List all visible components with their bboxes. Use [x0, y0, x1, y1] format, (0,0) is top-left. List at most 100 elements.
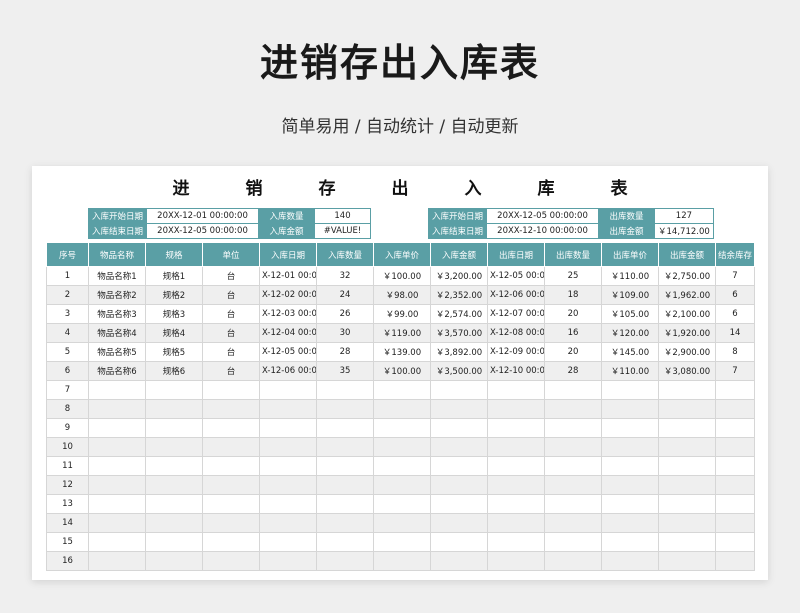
- table-cell[interactable]: [487, 399, 545, 419]
- table-cell[interactable]: [373, 532, 431, 552]
- table-cell[interactable]: [259, 399, 317, 419]
- table-cell[interactable]: [259, 437, 317, 457]
- column-header[interactable]: 出库金额: [658, 242, 716, 267]
- table-cell[interactable]: ￥2,574.00: [430, 304, 488, 324]
- table-cell[interactable]: [88, 399, 146, 419]
- table-cell[interactable]: [145, 513, 203, 533]
- table-cell[interactable]: [487, 456, 545, 476]
- table-cell[interactable]: 规格1: [145, 266, 203, 286]
- table-cell[interactable]: 18: [544, 285, 602, 305]
- table-cell[interactable]: 物品名称6: [88, 361, 146, 381]
- table-cell[interactable]: 物品名称1: [88, 266, 146, 286]
- table-cell[interactable]: [88, 418, 146, 438]
- table-cell[interactable]: [88, 437, 146, 457]
- table-cell[interactable]: [259, 513, 317, 533]
- table-cell[interactable]: 规格3: [145, 304, 203, 324]
- table-cell[interactable]: [544, 494, 602, 514]
- table-cell[interactable]: ￥3,080.00: [658, 361, 716, 381]
- table-cell[interactable]: 28: [544, 361, 602, 381]
- table-cell[interactable]: 32: [316, 266, 374, 286]
- table-cell[interactable]: ￥98.00: [373, 285, 431, 305]
- table-cell[interactable]: [715, 380, 755, 400]
- table-cell[interactable]: [202, 437, 260, 457]
- table-cell[interactable]: [145, 551, 203, 571]
- table-cell[interactable]: [88, 513, 146, 533]
- table-cell[interactable]: [202, 494, 260, 514]
- table-cell[interactable]: [601, 532, 659, 552]
- table-cell[interactable]: [145, 418, 203, 438]
- table-cell[interactable]: [658, 418, 716, 438]
- table-cell[interactable]: 1: [46, 266, 89, 286]
- table-cell[interactable]: [316, 437, 374, 457]
- table-cell[interactable]: 13: [46, 494, 89, 514]
- table-cell[interactable]: 台: [202, 304, 260, 324]
- table-cell[interactable]: [316, 532, 374, 552]
- table-cell[interactable]: [715, 437, 755, 457]
- table-cell[interactable]: [658, 475, 716, 495]
- table-cell[interactable]: [601, 551, 659, 571]
- table-cell[interactable]: X-12-09 00:00: [487, 342, 545, 362]
- table-cell[interactable]: ￥99.00: [373, 304, 431, 324]
- table-cell[interactable]: 2: [46, 285, 89, 305]
- table-cell[interactable]: ￥2,352.00: [430, 285, 488, 305]
- column-header[interactable]: 出库单价: [601, 242, 659, 267]
- table-cell[interactable]: [430, 418, 488, 438]
- table-cell[interactable]: [715, 551, 755, 571]
- table-cell[interactable]: 14: [46, 513, 89, 533]
- table-cell[interactable]: 8: [46, 399, 89, 419]
- table-cell[interactable]: X-12-03 00:00: [259, 304, 317, 324]
- table-cell[interactable]: [430, 494, 488, 514]
- table-cell[interactable]: [715, 418, 755, 438]
- column-header[interactable]: 单位: [202, 242, 260, 267]
- table-cell[interactable]: 3: [46, 304, 89, 324]
- table-cell[interactable]: [373, 494, 431, 514]
- table-cell[interactable]: [88, 551, 146, 571]
- table-cell[interactable]: [658, 380, 716, 400]
- table-cell[interactable]: 16: [544, 323, 602, 343]
- table-cell[interactable]: [259, 418, 317, 438]
- table-cell[interactable]: ￥145.00: [601, 342, 659, 362]
- table-cell[interactable]: [487, 437, 545, 457]
- table-cell[interactable]: ￥105.00: [601, 304, 659, 324]
- table-cell[interactable]: [373, 380, 431, 400]
- table-cell[interactable]: ￥3,200.00: [430, 266, 488, 286]
- table-cell[interactable]: [601, 494, 659, 514]
- table-cell[interactable]: [202, 475, 260, 495]
- column-header[interactable]: 出库日期: [487, 242, 545, 267]
- table-cell[interactable]: [544, 418, 602, 438]
- table-cell[interactable]: [145, 456, 203, 476]
- table-cell[interactable]: [601, 380, 659, 400]
- table-cell[interactable]: 6: [715, 285, 755, 305]
- table-cell[interactable]: [715, 399, 755, 419]
- table-cell[interactable]: 6: [715, 304, 755, 324]
- table-cell[interactable]: [601, 437, 659, 457]
- table-cell[interactable]: [658, 532, 716, 552]
- table-cell[interactable]: X-12-02 00:00: [259, 285, 317, 305]
- table-cell[interactable]: 物品名称3: [88, 304, 146, 324]
- table-cell[interactable]: 7: [715, 361, 755, 381]
- table-cell[interactable]: 15: [46, 532, 89, 552]
- table-cell[interactable]: 7: [46, 380, 89, 400]
- table-cell[interactable]: [658, 513, 716, 533]
- table-cell[interactable]: 10: [46, 437, 89, 457]
- table-cell[interactable]: [430, 532, 488, 552]
- table-cell[interactable]: [316, 494, 374, 514]
- table-cell[interactable]: ￥109.00: [601, 285, 659, 305]
- table-cell[interactable]: 台: [202, 266, 260, 286]
- table-cell[interactable]: [715, 513, 755, 533]
- table-cell[interactable]: 5: [46, 342, 89, 362]
- column-header[interactable]: 入库金额: [430, 242, 488, 267]
- table-cell[interactable]: [373, 513, 431, 533]
- table-cell[interactable]: [88, 475, 146, 495]
- table-cell[interactable]: [316, 380, 374, 400]
- table-cell[interactable]: [544, 456, 602, 476]
- outbound-qty-value[interactable]: 127: [654, 208, 714, 224]
- table-cell[interactable]: [487, 513, 545, 533]
- table-cell[interactable]: X-12-08 00:00: [487, 323, 545, 343]
- column-header[interactable]: 入库单价: [373, 242, 431, 267]
- table-cell[interactable]: [145, 494, 203, 514]
- table-cell[interactable]: 9: [46, 418, 89, 438]
- table-cell[interactable]: ￥2,900.00: [658, 342, 716, 362]
- table-cell[interactable]: 4: [46, 323, 89, 343]
- table-cell[interactable]: [145, 380, 203, 400]
